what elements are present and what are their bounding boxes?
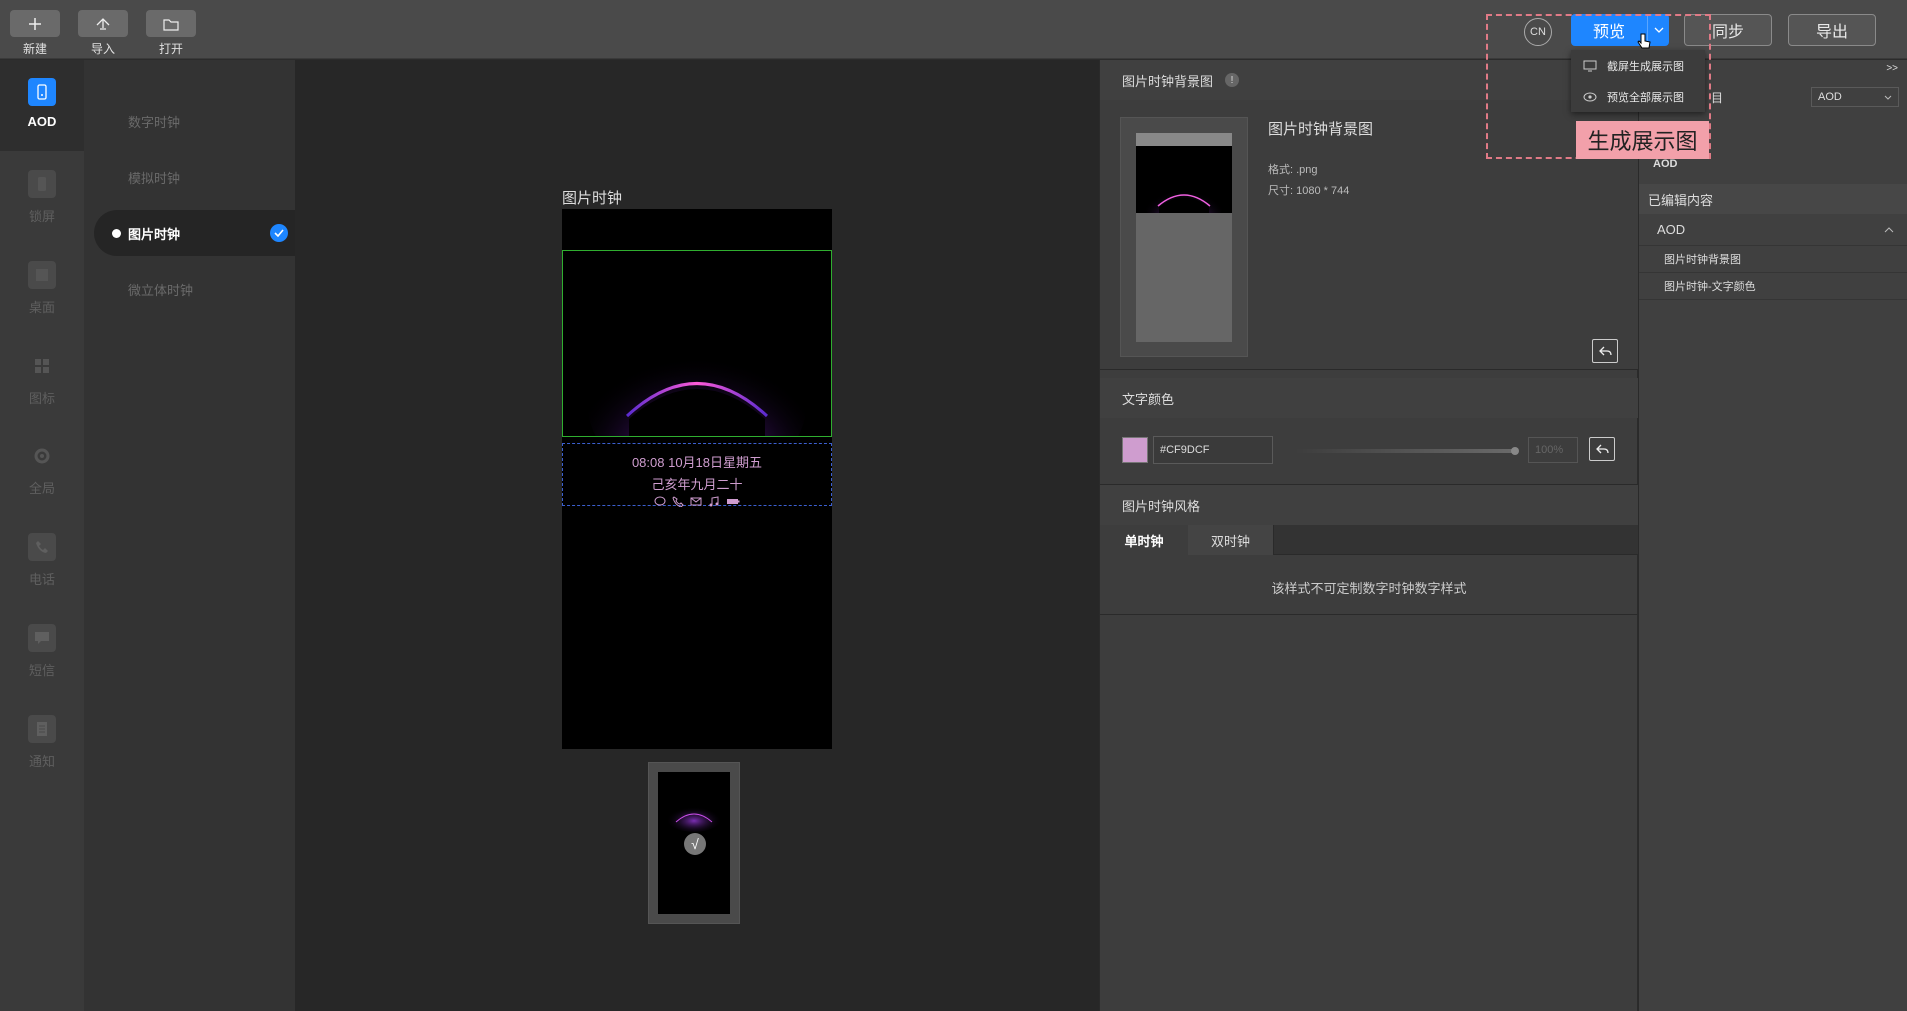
properties-panel: 图片时钟背景图 ! 图片时钟背景图 格式: .png 尺寸: 1080 * 74… (1099, 60, 1638, 1011)
tab-single-clock[interactable]: 单时钟 (1100, 525, 1188, 555)
phone-icon (672, 496, 684, 507)
phone-icon (28, 78, 56, 106)
import-button[interactable]: 导入 (73, 10, 133, 57)
open-button[interactable]: 打开 (141, 10, 201, 57)
message-icon (28, 624, 56, 652)
chat-icon (654, 496, 666, 506)
chevron-up-icon (1884, 226, 1894, 232)
reset-icon[interactable] (1592, 339, 1618, 363)
battery-icon (727, 499, 740, 504)
style-tabs: 单时钟 双时钟 (1100, 525, 1638, 555)
active-dot (112, 228, 121, 238)
import-icon (96, 17, 110, 30)
new-label: 新建 (22, 42, 47, 56)
info-icon[interactable]: ! (1225, 73, 1240, 87)
rail-item-aod[interactable]: AOD (0, 60, 84, 151)
subnav-item-digital-clock[interactable]: 数字时钟 (94, 98, 295, 144)
phone-preview: 08:08 10月18日星期五 己亥年九月二十 (562, 209, 832, 749)
grid-icon (28, 352, 56, 380)
bg-image-thumbnail[interactable] (1120, 117, 1248, 357)
edited-item[interactable]: 图片时钟背景图 (1639, 246, 1907, 273)
import-label: 导入 (90, 42, 115, 56)
opacity-input[interactable]: 100% (1528, 437, 1578, 463)
style-section-header: 图片时钟风格 (1100, 485, 1638, 525)
subnav-item-analog-clock[interactable]: 模拟时钟 (94, 154, 295, 200)
bg-image-size: 尺寸: 1080 * 744 (1268, 185, 1350, 197)
thumbnail-preview[interactable]: √ (648, 762, 740, 924)
module-select[interactable]: AOD (1811, 87, 1899, 107)
tab-dual-clock[interactable]: 双时钟 (1188, 525, 1274, 555)
new-button[interactable]: 新建 (5, 10, 65, 57)
clock-type-nav: 数字时钟 模拟时钟 图片时钟 微立体时钟 (84, 60, 295, 1011)
edited-content-title: 已编辑内容 (1639, 184, 1907, 214)
reset-icon[interactable] (1589, 437, 1615, 461)
edited-item[interactable]: 图片时钟-文字颜色 (1639, 273, 1907, 300)
rail-item-lockscreen[interactable]: 锁屏 (0, 170, 84, 225)
plus-icon (29, 17, 41, 30)
gear-icon (28, 442, 56, 470)
export-button[interactable]: 导出 (1788, 14, 1876, 46)
color-swatch[interactable] (1122, 437, 1148, 463)
style-note: 该样式不可定制数字时钟数字样式 (1271, 581, 1467, 596)
bg-image-name: 图片时钟背景图 (1268, 121, 1374, 138)
subnav-item-image-clock[interactable]: 图片时钟 (94, 210, 295, 256)
mail-icon (690, 497, 702, 506)
desktop-icon (28, 261, 56, 289)
rail-item-notification[interactable]: 通知 (0, 715, 84, 770)
edited-group-aod[interactable]: AOD (1639, 214, 1907, 246)
edited-content-panel: >> 目 AOD AOD 已编辑内容 AOD 图片时钟背景图 图片时钟-文字颜色 (1638, 60, 1907, 1011)
phone-title: 图片时钟 (562, 190, 623, 207)
notification-icon (28, 715, 56, 743)
bg-image-format: 格式: .png (1268, 164, 1318, 176)
status-icons (563, 496, 831, 507)
check-icon (270, 224, 288, 242)
module-rail: AOD 锁屏 桌面 图标 全局 电话 短信 通知 (0, 60, 84, 1011)
chevron-down-icon (1884, 95, 1892, 100)
lock-screen-icon (28, 170, 56, 198)
open-label: 打开 (158, 42, 183, 56)
bg-thumbnail-image (1144, 173, 1224, 213)
folder-icon (163, 18, 179, 31)
rail-item-desktop[interactable]: 桌面 (0, 261, 84, 316)
rail-item-icons[interactable]: 图标 (0, 352, 84, 407)
rail-item-global[interactable]: 全局 (0, 442, 84, 497)
check-icon: √ (684, 833, 706, 855)
annotation-callout: 生成展示图 (1576, 121, 1709, 159)
opacity-slider[interactable] (1295, 447, 1519, 455)
slider-handle[interactable] (1511, 447, 1519, 455)
color-hex-input[interactable]: #CF9DCF (1153, 436, 1273, 464)
time-date-text: 08:08 10月18日星期五 (631, 455, 763, 470)
planet-glow-image (587, 311, 807, 436)
clock-background-image[interactable] (562, 250, 832, 437)
subnav-item-3d-clock[interactable]: 微立体时钟 (94, 266, 295, 312)
rail-item-sms[interactable]: 短信 (0, 624, 84, 679)
music-icon (709, 496, 719, 507)
clock-text-block[interactable]: 08:08 10月18日星期五 己亥年九月二十 (562, 443, 832, 507)
rail-item-phone[interactable]: 电话 (0, 533, 84, 588)
phone-call-icon (28, 533, 56, 561)
color-section-header: 文字颜色 (1100, 378, 1638, 418)
lunar-date-text: 己亥年九月二十 (651, 477, 743, 492)
